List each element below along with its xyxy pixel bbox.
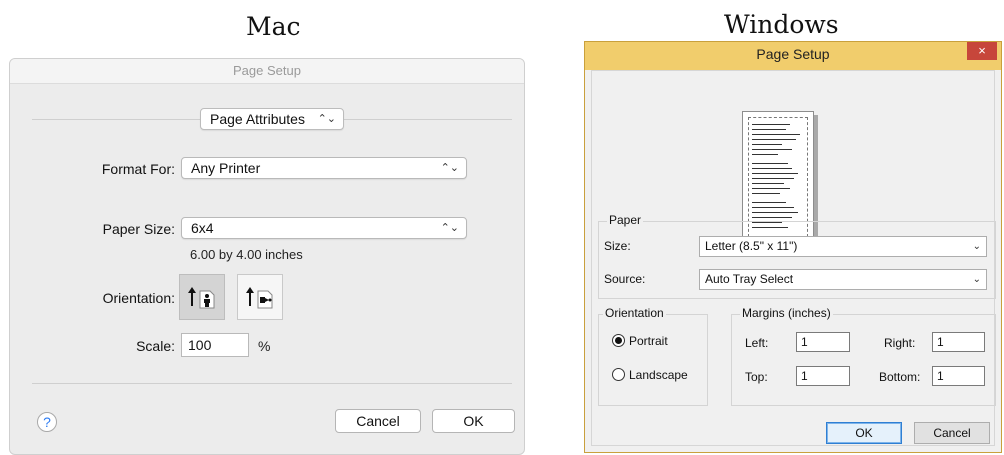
mac-window-title: Page Setup: [10, 59, 524, 84]
portrait-label: Portrait: [629, 334, 668, 348]
preview-text-line: [752, 139, 796, 140]
preview-text-line: [752, 144, 782, 145]
margin-bottom-label: Bottom:: [879, 370, 921, 384]
windows-window-title: Page Setup: [756, 46, 830, 62]
margin-left-label: Left:: [745, 336, 769, 350]
margins-group: Margins (inches) Left: 1 Right: 1 Top: 1…: [731, 306, 996, 406]
paper-source-select[interactable]: Auto Tray Select ⌄: [699, 269, 987, 290]
paper-size-description: 6.00 by 4.00 inches: [190, 247, 303, 262]
mac-heading: Mac: [246, 12, 301, 41]
preview-text-line: [752, 163, 788, 164]
preview-text-line: [752, 193, 780, 194]
help-icon: ?: [43, 414, 51, 430]
paper-source-label: Source:: [604, 272, 646, 286]
preview-text-line: [752, 212, 798, 213]
format-for-label: Format For:: [101, 161, 175, 177]
portrait-orientation-button[interactable]: [179, 274, 225, 320]
paper-size-value: Letter (8.5" x 11"): [705, 239, 798, 253]
margins-group-title: Margins (inches): [740, 306, 833, 320]
landscape-orientation-button[interactable]: [237, 274, 283, 320]
portrait-orientation-icon: [188, 287, 215, 309]
margin-left-input[interactable]: 1: [796, 332, 850, 352]
landscape-orientation-icon: [246, 287, 273, 309]
chevron-down-icon: ⌄: [972, 274, 981, 285]
windows-heading: Windows: [724, 10, 839, 39]
close-icon: ×: [978, 43, 986, 58]
margin-bottom-input[interactable]: 1: [932, 366, 985, 386]
orientation-group: Orientation Portrait Landscape: [598, 306, 708, 406]
preview-text-line: [752, 183, 784, 184]
scale-unit: %: [258, 338, 271, 354]
updown-chevron-icon: ⌃⌄: [440, 222, 459, 234]
paper-group-title: Paper: [607, 213, 644, 227]
preview-text-line: [752, 124, 790, 125]
preview-text-line: [752, 134, 800, 135]
updown-chevron-icon: ⌃⌄: [317, 113, 336, 125]
windows-ok-button[interactable]: OK: [826, 422, 902, 444]
preview-text-line: [752, 154, 778, 155]
preview-text-line: [752, 129, 786, 130]
close-button[interactable]: ×: [967, 42, 997, 60]
landscape-radio[interactable]: [612, 368, 625, 381]
paper-size-popup[interactable]: 6x4 ⌃⌄: [181, 217, 467, 239]
help-button[interactable]: ?: [37, 412, 57, 432]
paper-size-label: Paper Size:: [102, 221, 175, 237]
windows-cancel-button[interactable]: Cancel: [914, 422, 990, 444]
mac-page-setup-dialog: Page Setup Page Attributes ⌃⌄ Format For…: [9, 58, 525, 455]
paper-source-value: Auto Tray Select: [705, 272, 794, 286]
paper-size-value: 6x4: [191, 220, 214, 236]
windows-page-setup-dialog: Page Setup × Paper Size: Letter (8.5" x …: [584, 41, 1002, 453]
orientation-group-title: Orientation: [603, 306, 666, 320]
preview-text-line: [752, 207, 794, 208]
preview-text-line: [752, 202, 786, 203]
preview-text-line: [752, 178, 794, 179]
mac-ok-button[interactable]: OK: [432, 409, 515, 433]
preview-text-line: [752, 149, 792, 150]
page-preview-margins: [748, 117, 808, 237]
chevron-down-icon: ⌄: [972, 241, 981, 252]
page-attributes-popup[interactable]: Page Attributes ⌃⌄: [200, 108, 344, 130]
format-for-popup[interactable]: Any Printer ⌃⌄: [181, 157, 467, 179]
preview-text-line: [752, 188, 790, 189]
mac-bottom-separator: [32, 383, 512, 384]
preview-text-line: [752, 217, 792, 218]
page-attributes-label: Page Attributes: [210, 111, 305, 127]
paper-size-label: Size:: [604, 239, 631, 253]
preview-text-line: [752, 168, 792, 169]
scale-input[interactable]: 100: [181, 333, 249, 357]
mac-cancel-button[interactable]: Cancel: [335, 409, 421, 433]
landscape-label: Landscape: [629, 368, 688, 382]
orientation-label: Orientation:: [102, 290, 175, 306]
windows-dialog-body: Paper Size: Letter (8.5" x 11") ⌄ Source…: [591, 70, 996, 446]
margin-right-label: Right:: [884, 336, 916, 350]
preview-text-line: [752, 173, 798, 174]
scale-label: Scale:: [136, 338, 175, 354]
margin-right-input[interactable]: 1: [932, 332, 985, 352]
paper-group: Paper Size: Letter (8.5" x 11") ⌄ Source…: [598, 213, 996, 299]
margin-top-input[interactable]: 1: [796, 366, 850, 386]
portrait-radio[interactable]: [612, 334, 625, 347]
paper-size-select[interactable]: Letter (8.5" x 11") ⌄: [699, 236, 987, 257]
windows-titlebar: Page Setup ×: [585, 42, 1001, 70]
updown-chevron-icon: ⌃⌄: [440, 162, 459, 174]
format-for-value: Any Printer: [191, 160, 261, 176]
margin-top-label: Top:: [745, 370, 768, 384]
